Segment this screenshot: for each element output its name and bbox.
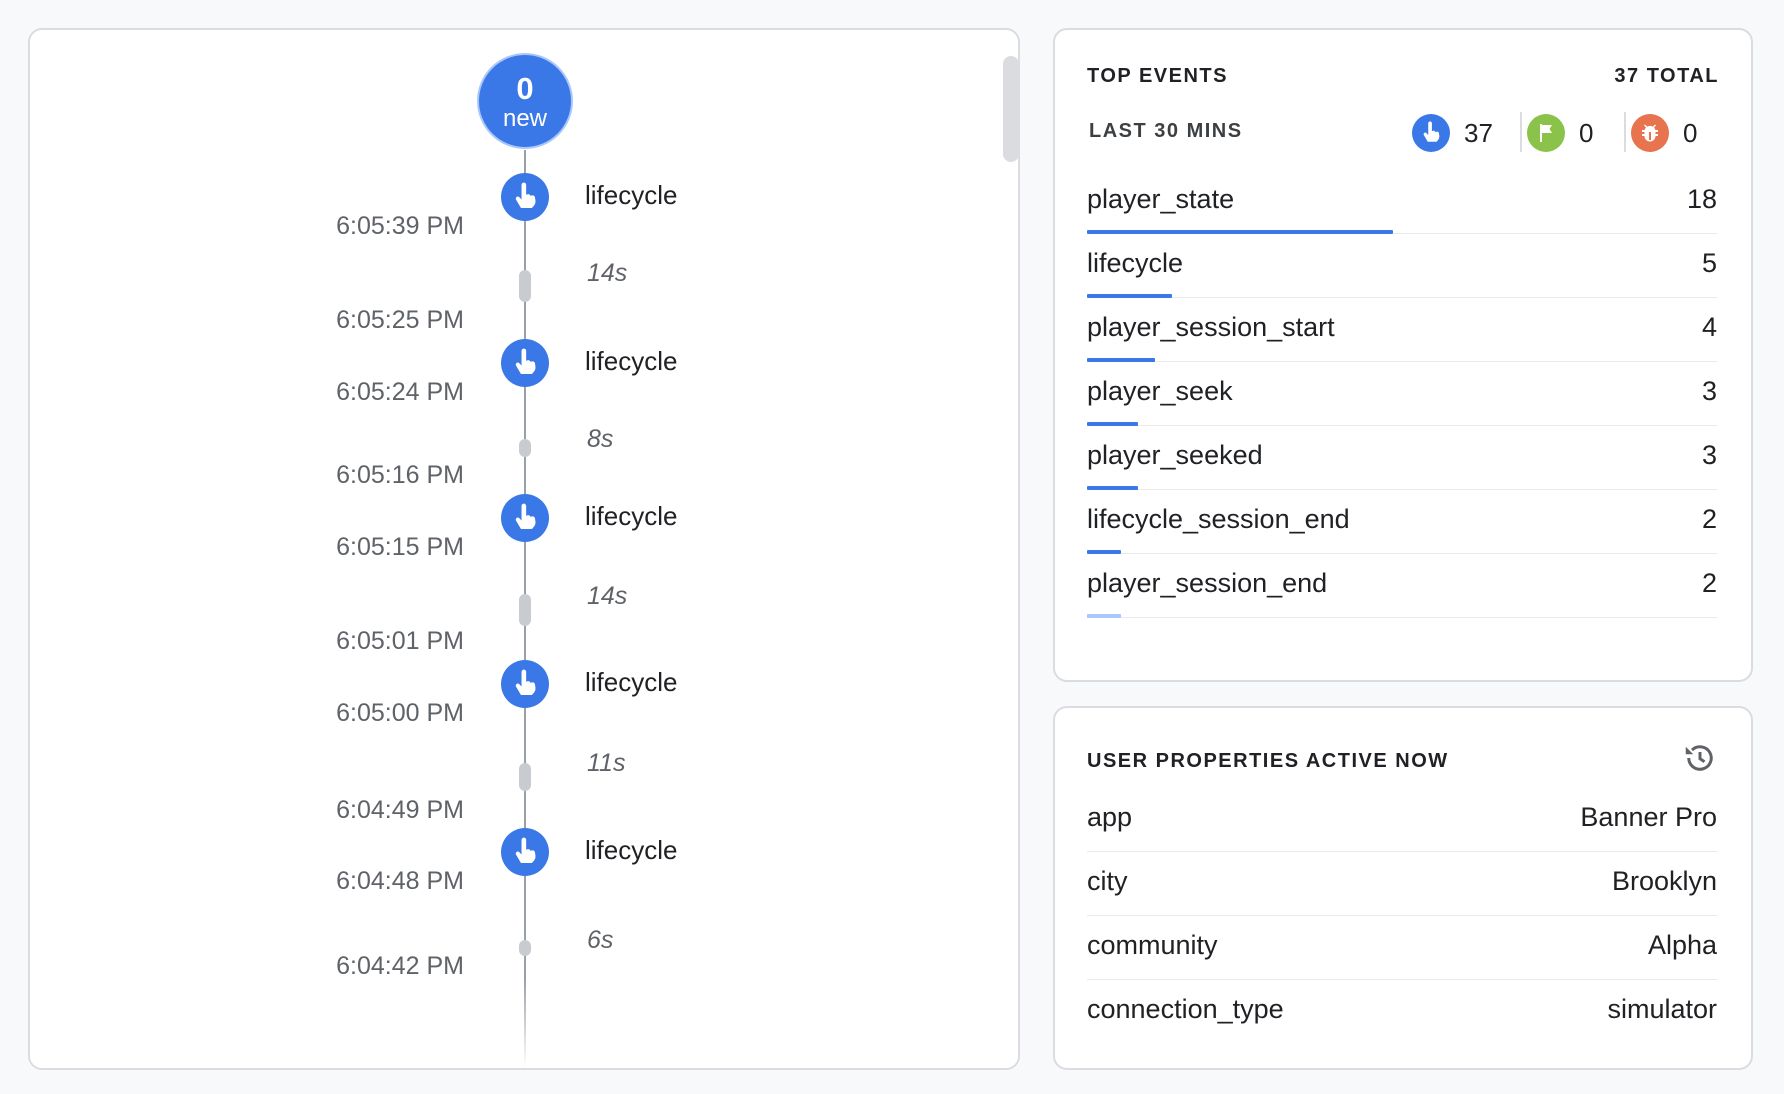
event-start-time: 6:05:00 PM [336,699,464,727]
timeline-event-dot[interactable] [501,828,549,876]
gap-indicator [519,940,531,956]
user-property-row[interactable]: connection_type simulator [1087,980,1717,1044]
property-value: Brooklyn [1611,866,1717,896]
timeline-event-dot[interactable] [501,173,549,221]
touch-events-counter[interactable]: 37 [1412,111,1493,155]
event-count: 2 [1701,568,1717,598]
flag-events-counter[interactable]: 0 [1527,111,1593,155]
flag-count: 0 [1579,117,1594,148]
event-name: player_session_start [1087,312,1335,342]
event-name: player_state [1087,184,1235,214]
gap-duration: 6s [587,926,614,954]
event-timeline-panel[interactable]: 0 new lifecycle 6:05:39 PM 14s 6:05:25 P… [28,28,1020,1070]
touch-icon [515,837,536,863]
event-end-time: 6:04:42 PM [336,952,464,980]
user-properties-panel: USER PROPERTIES ACTIVE NOW app Banner Pr… [1053,706,1753,1070]
event-name: player_seek [1087,376,1233,406]
bug-count: 0 [1683,117,1698,148]
gap-duration: 11s [587,749,626,777]
event-name: lifecycle_session_end [1087,504,1350,534]
gap-duration: 14s [587,582,628,610]
event-name: lifecycle [1087,248,1184,278]
timeline-event-dot[interactable] [501,339,549,387]
touch-count: 37 [1464,117,1493,148]
touch-icon [1423,121,1440,142]
gap-indicator [519,439,531,457]
timeline-event-label[interactable]: lifecycle [585,667,677,698]
timeline-fade-overlay [30,978,1018,1068]
new-events-label: new [502,105,548,132]
event-end-time: 6:05:01 PM [336,627,464,655]
top-event-row[interactable]: lifecycle_session_end 2 [1087,490,1717,554]
gap-indicator [519,270,531,302]
top-events-title: TOP EVENTS [1087,65,1228,87]
counter-divider [1520,112,1522,152]
event-start-time: 6:05:39 PM [336,212,464,240]
flag-icon [1540,124,1552,142]
event-end-time: 6:04:49 PM [336,796,464,824]
new-events-badge[interactable]: 0 new [477,53,573,149]
period-label: LAST 30 MINS [1089,120,1243,142]
touch-icon [515,182,536,208]
event-name: player_session_end [1087,568,1328,598]
timeline-event-label[interactable]: lifecycle [585,180,677,211]
touch-icon [515,669,536,695]
event-end-time: 6:05:25 PM [336,306,464,334]
timeline-event-label[interactable]: lifecycle [585,346,677,377]
touch-icon [515,503,536,529]
event-count: 2 [1701,504,1717,534]
counter-divider [1624,112,1626,152]
property-value: simulator [1607,994,1717,1024]
timeline-event-label[interactable]: lifecycle [585,835,677,866]
top-event-row[interactable]: player_state 18 [1087,170,1717,234]
gap-indicator [519,594,531,626]
event-count: 3 [1701,440,1717,470]
gap-indicator [519,763,531,791]
event-count: 4 [1701,312,1717,342]
property-value: Alpha [1647,930,1717,960]
timeline-event-dot[interactable] [501,494,549,542]
top-event-row[interactable]: player_seek 3 [1087,362,1717,426]
top-events-panel: TOP EVENTS 37 TOTAL LAST 30 MINS 37 0 0 … [1053,28,1753,682]
property-key: city [1087,866,1128,896]
property-key: app [1087,802,1133,832]
event-share-bar [1087,614,1121,618]
gap-duration: 8s [587,425,614,453]
property-key: community [1087,930,1218,960]
event-name: player_seeked [1087,440,1263,470]
top-event-row[interactable]: player_session_start 4 [1087,298,1717,362]
event-count: 18 [1686,184,1717,214]
user-property-row[interactable]: community Alpha [1087,916,1717,980]
event-end-time: 6:05:16 PM [336,461,464,489]
top-event-row[interactable]: player_session_end 2 [1087,554,1717,618]
top-event-row[interactable]: player_seeked 3 [1087,426,1717,490]
property-key: connection_type [1087,994,1284,1024]
user-property-row[interactable]: city Brooklyn [1087,852,1717,916]
top-events-total: 37 TOTAL [1614,65,1719,87]
gap-duration: 14s [587,259,628,287]
event-start-time: 6:05:15 PM [336,533,464,561]
new-events-count: 0 [516,71,534,106]
history-icon [1685,745,1713,771]
top-event-row[interactable]: lifecycle 5 [1087,234,1717,298]
user-properties-title: USER PROPERTIES ACTIVE NOW [1087,750,1449,772]
timeline-event-dot[interactable] [501,660,549,708]
event-count: 5 [1701,248,1717,278]
event-start-time: 6:05:24 PM [336,378,464,406]
bug-icon [1642,124,1658,142]
bug-events-counter[interactable]: 0 [1631,111,1697,155]
user-property-row[interactable]: app Banner Pro [1087,788,1717,852]
timeline-scrollbar[interactable] [1003,56,1018,162]
touch-icon [515,348,536,374]
history-button[interactable] [1680,738,1720,778]
event-count: 3 [1701,376,1717,406]
event-start-time: 6:04:48 PM [336,867,464,895]
property-value: Banner Pro [1580,802,1717,832]
timeline-event-label[interactable]: lifecycle [585,501,677,532]
